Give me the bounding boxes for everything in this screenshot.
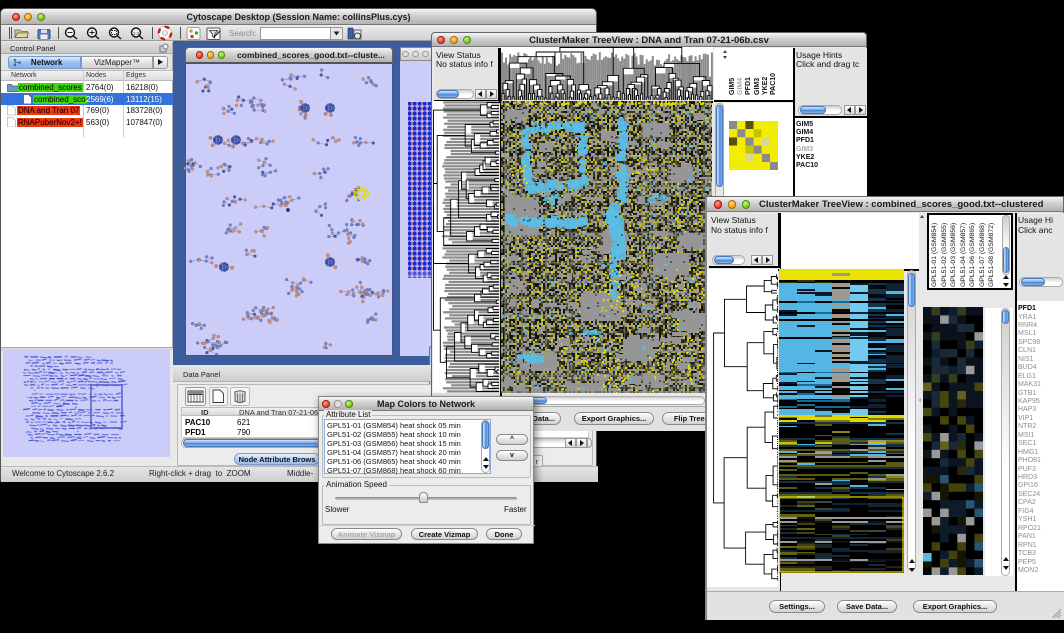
svg-text:Search:: Search: bbox=[229, 29, 257, 38]
svg-text:1:1: 1:1 bbox=[133, 31, 140, 36]
